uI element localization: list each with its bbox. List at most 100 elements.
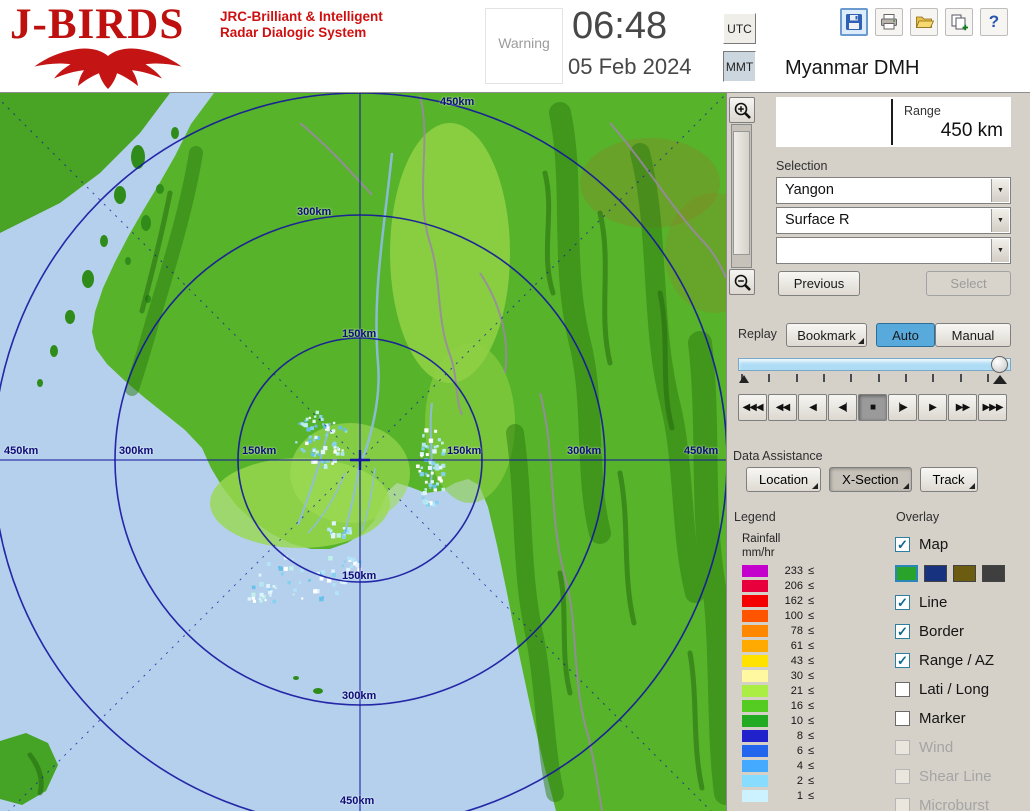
timeline-track[interactable] [738,358,1011,371]
overlay-item-border[interactable]: ✓Border [895,617,1027,646]
legend-color-swatch [742,565,768,577]
save-button[interactable] [840,8,868,36]
legend-color-swatch [742,640,768,652]
chevron-down-icon[interactable]: ▼ [991,209,1009,232]
map-color-swatch-1[interactable] [924,565,947,582]
playback-play-back-button[interactable]: ◀ [798,394,827,421]
legend-entry: 100≤ [742,608,814,623]
playback-step-forward-button[interactable]: |▶ [888,394,917,421]
timeline-position-marker [993,375,1007,384]
legend-entry: 10≤ [742,713,814,728]
playback-rewind-fast-button[interactable]: ◀◀◀ [738,394,767,421]
range-ring-label: 300km [342,690,376,702]
range-ring-label: 150km [342,328,376,340]
location-button[interactable]: Location [746,467,821,492]
warning-indicator[interactable]: Warning [485,8,563,84]
legend-color-swatch [742,730,768,742]
legend-color-swatch [742,685,768,697]
open-folder-button[interactable] [910,8,938,36]
checkbox-map[interactable]: ✓ [895,537,910,552]
zoom-slider-track[interactable] [731,124,752,268]
legend-value: 6 [777,745,803,757]
replay-timeline[interactable] [738,355,1011,389]
overlay-label: Microburst [919,797,989,811]
map-color-swatch-2[interactable] [953,565,976,582]
overlay-item-lati-long[interactable]: Lati / Long [895,675,1027,704]
track-button[interactable]: Track [920,467,978,492]
legend-lte-symbol: ≤ [808,760,814,772]
legend-lte-symbol: ≤ [808,640,814,652]
checkbox-line[interactable]: ✓ [895,595,910,610]
previous-button[interactable]: Previous [778,271,860,296]
station-title: Myanmar DMH [785,57,919,80]
legend-lte-symbol: ≤ [808,685,814,697]
legend-color-swatch [742,595,768,607]
playback-forward-fast-button[interactable]: ▶▶▶ [978,394,1007,421]
site-dropdown[interactable]: Yangon ▼ [776,177,1011,204]
legend-value: 233 [777,565,803,577]
zoom-out-button[interactable] [729,269,755,295]
print-button[interactable] [875,8,903,36]
product-dropdown[interactable]: Surface R ▼ [776,207,1011,234]
legend-value: 2 [777,775,803,787]
zoom-out-icon [732,272,753,293]
checkbox-lati-long[interactable] [895,682,910,697]
overlay-item-line[interactable]: ✓Line [895,588,1027,617]
mmt-button[interactable]: MMT [723,51,756,82]
legend-lte-symbol: ≤ [808,775,814,787]
playback-stop-button[interactable]: ■ [858,394,887,421]
legend-lte-symbol: ≤ [808,745,814,757]
logo-tagline-line1: JRC-Brilliant & Intelligent [220,9,383,25]
legend-entry: 61≤ [742,638,814,653]
playback-step-back-button[interactable]: ◀| [828,394,857,421]
timeline-tick [850,374,852,382]
playback-rewind-button[interactable]: ◀◀ [768,394,797,421]
chevron-down-icon[interactable]: ▼ [991,239,1009,262]
timeline-thumb[interactable] [991,356,1008,373]
legend-title: Legend [734,510,776,524]
utc-button[interactable]: UTC [723,13,756,44]
map-svg [0,93,726,811]
legend-lte-symbol: ≤ [808,670,814,682]
zoom-in-button[interactable] [729,97,755,123]
legend-heading-unit: mm/hr [742,547,775,559]
overlay-item-range-az[interactable]: ✓ Range / AZ [895,646,1027,675]
export-button[interactable] [945,8,973,36]
legend-value: 8 [777,730,803,742]
checkbox-marker[interactable] [895,711,910,726]
legend-value: 162 [777,595,803,607]
save-icon [845,13,863,31]
map-color-swatch-3[interactable] [982,565,1005,582]
legend-value: 206 [777,580,803,592]
checkbox-range-az[interactable]: ✓ [895,653,910,668]
bookmark-button[interactable]: Bookmark [786,323,867,347]
legend-lte-symbol: ≤ [808,715,814,727]
playback-forward-button[interactable]: ▶▶ [948,394,977,421]
legend-value: 4 [777,760,803,772]
zoom-slider-thumb[interactable] [733,131,750,255]
logo-tagline-line2: Radar Dialogic System [220,25,383,41]
radar-map[interactable]: 450km300km150km450km300km150km150km300km… [0,93,726,811]
playback-play-button[interactable]: ▶ [918,394,947,421]
manual-mode-button[interactable]: Manual [935,323,1011,347]
overlay-item-map[interactable]: ✓Map [895,530,1027,559]
legend-value: 30 [777,670,803,682]
auto-mode-button[interactable]: Auto [876,323,935,347]
overlay-label: Range / AZ [919,652,994,669]
select-button[interactable]: Select [926,271,1011,296]
folder-icon [915,13,934,31]
data-assistance-label: Data Assistance [733,449,823,463]
chevron-down-icon[interactable]: ▼ [991,179,1009,202]
legend-scale: 233≤206≤162≤100≤78≤61≤43≤30≤21≤16≤10≤8≤6… [742,563,814,803]
help-button[interactable]: ? [980,8,1008,36]
legend-lte-symbol: ≤ [808,565,814,577]
map-color-swatch-0[interactable] [895,565,918,582]
legend-color-swatch [742,775,768,787]
checkbox-border[interactable]: ✓ [895,624,910,639]
overlay-item-marker[interactable]: Marker [895,704,1027,733]
option-dropdown[interactable]: ▼ [776,237,1011,264]
legend-value: 21 [777,685,803,697]
timeline-tick [932,374,934,382]
data-assistance-buttons: Location X-Section Track [746,467,986,492]
x-section-button[interactable]: X-Section [829,467,911,492]
